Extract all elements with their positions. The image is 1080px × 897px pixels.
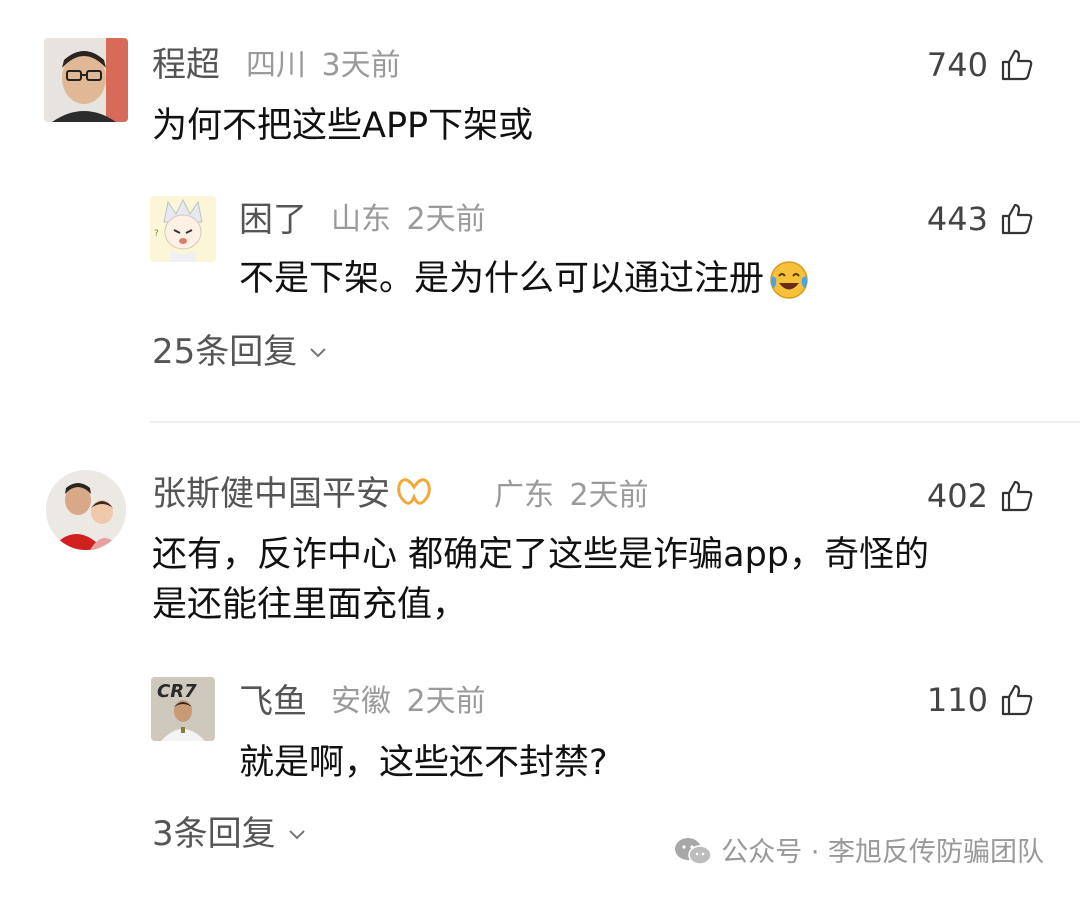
like-button[interactable]: 740	[927, 48, 1034, 82]
watermark: 公众号 · 李旭反传防骗团队	[673, 836, 1044, 868]
divider	[150, 421, 1080, 423]
reply-meta: 山东 2天前	[331, 205, 486, 235]
comment-time: 3天前	[321, 48, 401, 83]
view-replies-button[interactable]: 3条回复	[152, 817, 308, 851]
view-replies-button[interactable]: 25条回复	[152, 335, 329, 369]
reply-text: 不是下架。是为什么可以通过注册	[239, 259, 765, 299]
thumbs-up-icon	[1001, 480, 1033, 512]
like-count: 110	[926, 681, 988, 719]
avatar[interactable]	[46, 470, 126, 550]
comment-author[interactable]: 张斯健中国平安	[152, 477, 390, 511]
like-button[interactable]: 443	[927, 202, 1034, 236]
replies-count: 3条回复	[152, 814, 276, 854]
reply-author[interactable]: 困了	[239, 203, 307, 237]
like-count: 402	[926, 477, 988, 515]
like-count: 740	[926, 46, 988, 84]
comment-text-line: 还有，反诈中心 都确定了这些是诈骗app，奇怪的	[152, 535, 930, 575]
comment-text: 为何不把这些APP下架或	[152, 106, 534, 146]
comment-location: 四川	[246, 48, 306, 83]
avatar[interactable]	[44, 38, 128, 122]
thumbs-up-icon	[1001, 49, 1033, 81]
thumbs-up-icon	[1001, 203, 1033, 235]
reply-meta: 安徽 2天前	[331, 687, 486, 717]
avatar[interactable]: ?	[150, 196, 216, 262]
avatar-text: CR7	[157, 681, 197, 702]
comment-meta: 广东 2天前	[494, 481, 649, 511]
like-count: 443	[926, 200, 988, 238]
avatar[interactable]: CR7	[151, 677, 215, 741]
vip-badge-icon	[397, 478, 431, 505]
reply-author[interactable]: 飞鱼	[239, 685, 307, 719]
comment-location: 广东	[494, 478, 554, 513]
like-button[interactable]: 402	[927, 479, 1034, 513]
thumbs-up-icon	[1001, 684, 1033, 716]
svg-text:?: ?	[154, 229, 159, 239]
avatar-photo	[44, 38, 128, 122]
reply-text-row: 不是下架。是为什么可以通过注册	[239, 254, 810, 304]
reply-time: 2天前	[406, 684, 486, 719]
comment-time: 2天前	[569, 478, 649, 513]
reply-location: 山东	[331, 202, 391, 237]
avatar-cartoon: ?	[150, 196, 216, 262]
chevron-down-icon	[288, 830, 305, 840]
comment-author-row: 张斯健中国平安	[152, 477, 432, 511]
watermark-text: 公众号 · 李旭反传防骗团队	[721, 836, 1044, 868]
reply-location: 安徽	[331, 684, 391, 719]
avatar-photo	[46, 470, 126, 550]
replies-count: 25条回复	[152, 332, 298, 372]
chevron-down-icon	[310, 348, 326, 358]
comment-author[interactable]: 程超	[152, 48, 220, 82]
comment-text-line: 是还能往里面充值，	[152, 585, 468, 625]
comment-meta: 四川 3天前	[246, 51, 401, 81]
comment-text: 还有，反诈中心 都确定了这些是诈骗app，奇怪的 是还能往里面充值，	[152, 530, 929, 630]
like-button[interactable]: 110	[927, 683, 1034, 717]
reply-text: 就是啊，这些还不封禁?	[239, 743, 608, 783]
reply-time: 2天前	[406, 202, 486, 237]
wechat-icon	[675, 838, 712, 865]
laughing-crying-emoji-icon	[770, 261, 808, 299]
avatar-photo: CR7	[151, 677, 215, 741]
